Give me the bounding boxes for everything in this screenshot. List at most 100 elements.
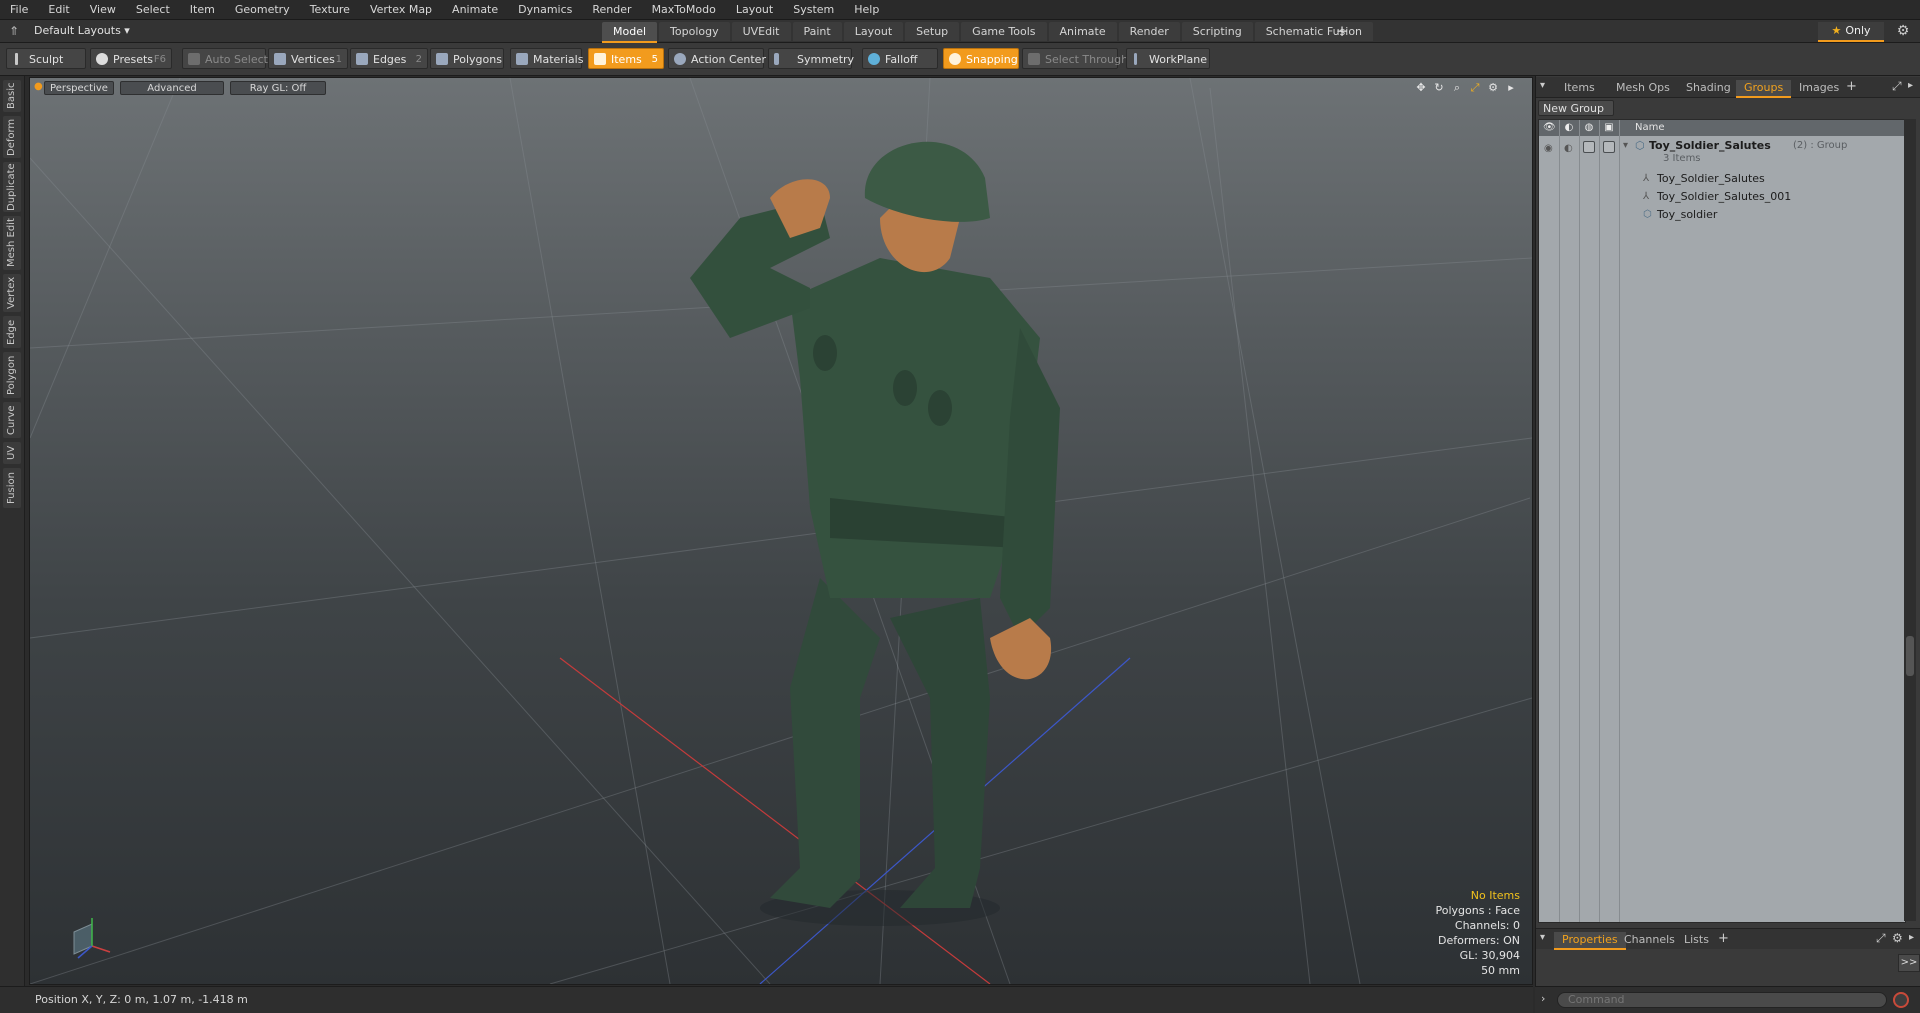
tab-items[interactable]: Items xyxy=(1556,80,1603,96)
falloff-button[interactable]: Falloff xyxy=(862,48,938,69)
record-icon[interactable] xyxy=(1893,992,1909,1008)
vtab-mesh-edit[interactable]: Mesh Edit xyxy=(3,216,21,270)
edges-button[interactable]: Edges 2 xyxy=(350,48,428,69)
tree-item-row[interactable]: ⬡ Toy_soldier xyxy=(1539,206,1905,224)
menu-vertex-map[interactable]: Vertex Map xyxy=(360,0,442,19)
render-column-icon[interactable]: ◐ xyxy=(1563,122,1575,134)
shading-mode-button[interactable]: Advanced xyxy=(120,81,224,95)
menu-system[interactable]: System xyxy=(783,0,844,19)
bottom-panel-menu-icon[interactable]: ▾ xyxy=(1540,932,1545,943)
tab-paint[interactable]: Paint xyxy=(792,22,842,41)
lock-checkbox[interactable] xyxy=(1583,141,1595,153)
tab-groups[interactable]: Groups xyxy=(1736,80,1792,98)
action-center-button[interactable]: Action Center xyxy=(668,48,766,69)
collapse-arrow-icon[interactable]: ▾ xyxy=(1623,137,1628,155)
new-group-button[interactable]: New Group xyxy=(1538,100,1614,116)
vtab-polygon[interactable]: Polygon xyxy=(3,352,21,398)
vtab-fusion[interactable]: Fusion xyxy=(3,468,21,508)
menu-select[interactable]: Select xyxy=(126,0,180,19)
bottom-panel-gear-icon[interactable]: ⚙ xyxy=(1892,931,1903,945)
select-through-button[interactable]: Select Through xyxy=(1022,48,1128,69)
menu-item[interactable]: Item xyxy=(180,0,225,19)
sculpt-button[interactable]: Sculpt xyxy=(6,48,86,69)
tab-scripting[interactable]: Scripting xyxy=(1181,22,1253,41)
vtab-deform[interactable]: Deform xyxy=(3,116,21,158)
menu-view[interactable]: View xyxy=(80,0,126,19)
tab-mesh-ops[interactable]: Mesh Ops xyxy=(1608,80,1678,96)
add-panel-tab-icon[interactable]: + xyxy=(1846,79,1857,94)
tab-lists[interactable]: Lists xyxy=(1676,932,1717,948)
select-checkbox[interactable] xyxy=(1603,141,1615,153)
expand-properties-button[interactable]: >> xyxy=(1898,954,1920,972)
viewport-expand-icon[interactable]: ▸ xyxy=(1504,81,1518,95)
vtab-edge[interactable]: Edge xyxy=(3,316,21,348)
tab-topology[interactable]: Topology xyxy=(659,22,730,41)
menu-layout[interactable]: Layout xyxy=(726,0,783,19)
viewport-menu-icon[interactable]: ● xyxy=(34,81,44,93)
tab-images[interactable]: Images xyxy=(1791,80,1847,96)
tree-item-row[interactable]: ⅄ Toy_Soldier_Salutes xyxy=(1539,170,1905,188)
vtab-basic[interactable]: Basic xyxy=(3,80,21,112)
polygons-button[interactable]: Polygons xyxy=(430,48,504,69)
menu-file[interactable]: File xyxy=(0,0,38,19)
group-row[interactable]: ◉ ◐ ▾ ⬡ Toy_Soldier_Salutes (2) : Group … xyxy=(1539,137,1905,169)
vertices-button[interactable]: Vertices 1 xyxy=(268,48,348,69)
menu-edit[interactable]: Edit xyxy=(38,0,79,19)
tree-item-row[interactable]: ⅄ Toy_Soldier_Salutes_001 xyxy=(1539,188,1905,206)
add-tab-icon[interactable]: + xyxy=(1333,22,1351,40)
menu-help[interactable]: Help xyxy=(844,0,889,19)
tab-uvedit[interactable]: UVEdit xyxy=(731,22,791,41)
panel-menu-icon[interactable]: ▾ xyxy=(1540,80,1545,91)
3d-viewport[interactable]: ● Perspective Advanced Ray GL: Off ✥ ↻ ⌕… xyxy=(29,77,1533,985)
render-toggle-icon[interactable]: ◐ xyxy=(1564,140,1573,158)
pan-icon[interactable]: ✥ xyxy=(1414,81,1428,95)
visibility-column-icon[interactable]: 👁 xyxy=(1543,122,1556,134)
layout-selector[interactable]: Default Layouts ▾ xyxy=(34,23,130,39)
layout-collapse-icon[interactable]: ⇑ xyxy=(6,23,22,39)
tab-game-tools[interactable]: Game Tools xyxy=(961,22,1047,41)
auto-select-button[interactable]: Auto Select xyxy=(182,48,268,69)
panel-arrow-icon[interactable]: ▸ xyxy=(1908,80,1913,91)
menu-geometry[interactable]: Geometry xyxy=(225,0,300,19)
vtab-vertex[interactable]: Vertex xyxy=(3,274,21,312)
vtab-curve[interactable]: Curve xyxy=(3,402,21,438)
bottom-panel-arrow-icon[interactable]: ▸ xyxy=(1909,932,1914,943)
viewport-settings-icon[interactable]: ⚙ xyxy=(1486,81,1500,95)
raygl-button[interactable]: Ray GL: Off xyxy=(230,81,326,95)
scrollbar-thumb[interactable] xyxy=(1906,636,1914,676)
only-button[interactable]: ★ Only xyxy=(1818,22,1884,42)
tab-properties[interactable]: Properties xyxy=(1554,932,1626,950)
tab-render[interactable]: Render xyxy=(1118,22,1180,41)
panel-expand-icon[interactable]: ⤢ xyxy=(1892,79,1902,94)
name-column-header[interactable]: Name xyxy=(1635,120,1665,136)
bottom-panel-expand-icon[interactable]: ⤢ xyxy=(1876,931,1886,946)
tab-animate[interactable]: Animate xyxy=(1048,22,1117,41)
items-button[interactable]: Items 5 xyxy=(588,48,664,69)
vtab-duplicate[interactable]: Duplicate xyxy=(3,162,21,212)
add-bottom-tab-icon[interactable]: + xyxy=(1718,931,1729,946)
menu-dynamics[interactable]: Dynamics xyxy=(508,0,582,19)
zoom-icon[interactable]: ⌕ xyxy=(1450,81,1464,95)
tab-schematic-fusion[interactable]: Schematic Fusion xyxy=(1254,22,1374,41)
tree-scrollbar[interactable] xyxy=(1904,119,1916,921)
select-column-icon[interactable]: ▣ xyxy=(1603,122,1615,134)
tab-shading[interactable]: Shading xyxy=(1678,80,1739,96)
tab-layout[interactable]: Layout xyxy=(843,22,904,41)
menu-animate[interactable]: Animate xyxy=(442,0,508,19)
rotate-icon[interactable]: ↻ xyxy=(1432,81,1446,95)
presets-button[interactable]: Presets F6 xyxy=(90,48,172,69)
gear-icon[interactable]: ⚙ xyxy=(1894,22,1912,40)
eye-icon[interactable]: ◉ xyxy=(1544,140,1553,158)
menu-maxtomodo[interactable]: MaxToModo xyxy=(642,0,726,19)
fit-icon[interactable]: ⤢ xyxy=(1468,81,1482,95)
materials-button[interactable]: Materials xyxy=(510,48,583,69)
menu-render[interactable]: Render xyxy=(582,0,641,19)
tab-model[interactable]: Model xyxy=(602,22,658,43)
tab-channels[interactable]: Channels xyxy=(1616,932,1683,948)
lock-column-icon[interactable]: ◍ xyxy=(1583,122,1595,134)
view-perspective-button[interactable]: Perspective xyxy=(44,81,114,95)
menu-texture[interactable]: Texture xyxy=(300,0,360,19)
workplane-button[interactable]: WorkPlane xyxy=(1126,48,1210,69)
symmetry-button[interactable]: Symmetry xyxy=(768,48,854,69)
command-arrow-icon[interactable]: › xyxy=(1541,992,1545,1005)
